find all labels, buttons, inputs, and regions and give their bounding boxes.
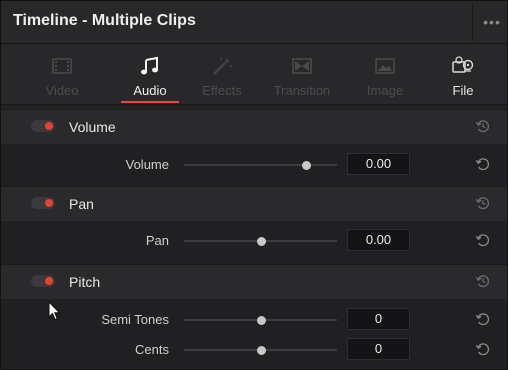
- slider-thumb[interactable]: [256, 346, 266, 355]
- toggle-knob: [45, 277, 53, 285]
- tab-label: Video: [45, 83, 79, 98]
- section-title: Pitch: [69, 274, 101, 290]
- tab-label: Image: [366, 83, 404, 98]
- reset-icon[interactable]: [475, 311, 491, 327]
- image-icon: [375, 58, 395, 74]
- section-title: Pan: [69, 196, 94, 212]
- semi-tones-label: Semi Tones: [101, 312, 169, 327]
- pan-value-field[interactable]: 0.00: [347, 229, 410, 251]
- inspector-tabs: Video Audio Effects Transition Image Fil…: [1, 44, 507, 105]
- toggle-knob: [45, 122, 53, 130]
- slider-thumb[interactable]: [302, 161, 312, 170]
- pan-enable-toggle[interactable]: [31, 197, 55, 209]
- tab-label: Audio: [133, 83, 167, 98]
- tab-label: File: [452, 83, 474, 98]
- title-divider: [472, 3, 473, 41]
- volume-slider[interactable]: [184, 161, 337, 170]
- reset-keyframe-icon[interactable]: [475, 118, 491, 134]
- volume-value-field[interactable]: 0.00: [347, 153, 410, 175]
- cents-label: Cents: [135, 342, 169, 357]
- inspector-panel: Timeline - Multiple Clips ••• Video Audi…: [0, 0, 508, 370]
- music-note-icon: [141, 56, 158, 75]
- section-header-pan[interactable]: Pan: [1, 186, 507, 222]
- reset-icon[interactable]: [475, 341, 491, 357]
- mouse-cursor-icon: [48, 301, 61, 321]
- tab-video[interactable]: Video: [39, 44, 85, 104]
- slider-thumb[interactable]: [256, 316, 266, 325]
- file-reel-icon: [452, 56, 474, 73]
- semi-tones-value-field[interactable]: 0: [347, 308, 410, 330]
- magic-wand-icon: [213, 58, 232, 75]
- tab-image[interactable]: Image: [360, 44, 410, 104]
- cents-value-field[interactable]: 0: [347, 338, 410, 360]
- video-clip-icon: [52, 58, 72, 74]
- transition-icon: [292, 58, 312, 74]
- semi-tones-slider[interactable]: [184, 316, 337, 325]
- pitch-enable-toggle[interactable]: [31, 275, 55, 287]
- section-body-volume: Volume 0.00: [1, 144, 507, 186]
- tab-label: Transition: [273, 83, 331, 98]
- section-body-pan: Pan 0.00: [1, 221, 507, 264]
- cents-slider[interactable]: [184, 346, 337, 355]
- section-header-pitch[interactable]: Pitch: [1, 264, 507, 300]
- reset-keyframe-icon[interactable]: [475, 273, 491, 289]
- pan-label: Pan: [145, 233, 169, 248]
- reset-keyframe-icon[interactable]: [475, 195, 491, 211]
- section-title: Volume: [69, 119, 116, 135]
- tab-label: Effects: [202, 83, 242, 98]
- tab-audio[interactable]: Audio: [117, 44, 183, 104]
- volume-label: Volume: [125, 157, 169, 172]
- ellipsis-icon[interactable]: •••: [481, 14, 503, 30]
- panel-title: Timeline - Multiple Clips: [13, 12, 196, 29]
- tab-transition[interactable]: Transition: [267, 44, 337, 104]
- toggle-knob: [45, 199, 53, 207]
- tab-effects[interactable]: Effects: [197, 44, 247, 104]
- section-body-pitch: Semi Tones 0 Cents 0: [1, 299, 507, 369]
- section-header-volume[interactable]: Volume: [1, 109, 507, 145]
- tab-file[interactable]: File: [443, 44, 483, 104]
- title-bar: Timeline - Multiple Clips •••: [1, 1, 507, 44]
- active-tab-indicator: [121, 101, 179, 103]
- volume-enable-toggle[interactable]: [31, 120, 55, 132]
- reset-icon[interactable]: [475, 232, 491, 248]
- pan-slider[interactable]: [184, 237, 337, 246]
- slider-thumb[interactable]: [256, 237, 266, 246]
- reset-icon[interactable]: [475, 156, 491, 172]
